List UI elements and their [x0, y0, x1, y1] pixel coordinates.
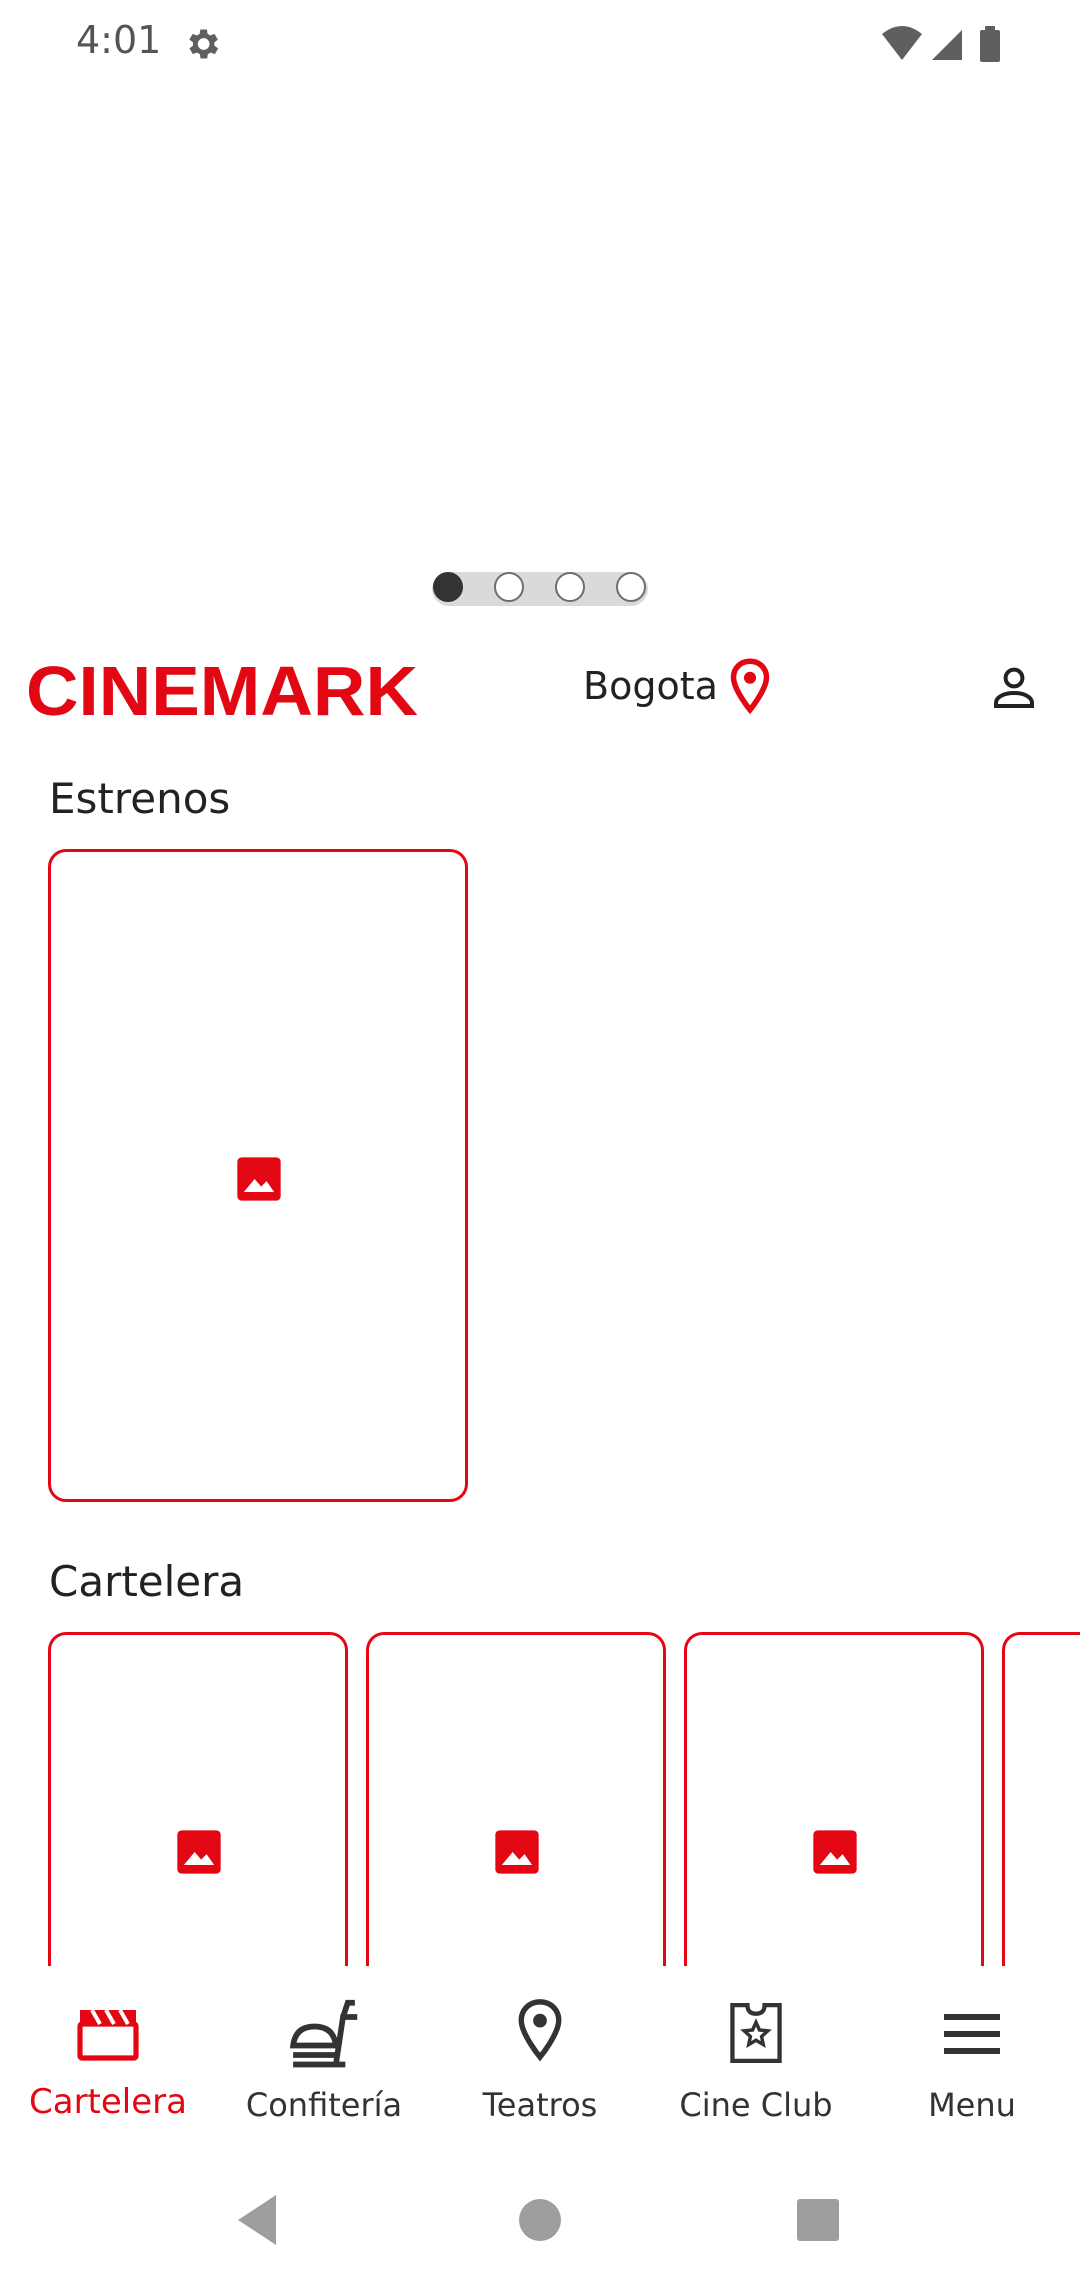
- home-button[interactable]: [519, 2199, 561, 2241]
- location-pin-icon[interactable]: [728, 656, 772, 716]
- nav-item-menu[interactable]: Menu: [864, 1966, 1080, 2142]
- battery-icon: [980, 26, 1000, 62]
- image-placeholder-icon: [177, 1830, 221, 1874]
- image-placeholder-icon: [813, 1830, 857, 1874]
- cartelera-poster-card[interactable]: [1002, 1632, 1080, 1966]
- food-icon: [289, 1999, 358, 2068]
- nav-item-confiteria[interactable]: Confitería: [216, 1966, 432, 2142]
- recents-button[interactable]: [797, 2199, 839, 2241]
- cinemark-logo: CINEMARK: [26, 652, 418, 728]
- section-title-estrenos: Estrenos: [49, 774, 231, 823]
- home-icon: [519, 2199, 561, 2241]
- cartelera-poster-card[interactable]: [684, 1632, 984, 1966]
- image-placeholder-icon: [495, 1830, 539, 1874]
- nav-label: Teatros: [482, 2086, 598, 2124]
- account-icon[interactable]: [990, 664, 1038, 712]
- logo-text: CINEMARK: [26, 652, 418, 728]
- carousel-dot[interactable]: [433, 572, 463, 602]
- cartelera-poster-card[interactable]: [48, 1632, 348, 1966]
- cartelera-poster-card[interactable]: [366, 1632, 666, 1966]
- status-time: 4:01: [76, 18, 162, 62]
- estreno-poster-card[interactable]: [48, 849, 468, 1502]
- section-title-cartelera: Cartelera: [49, 1557, 245, 1606]
- back-icon: [238, 2195, 276, 2245]
- recents-icon: [797, 2199, 839, 2241]
- back-button[interactable]: [238, 2195, 276, 2245]
- nav-item-teatros[interactable]: Teatros: [432, 1966, 648, 2142]
- location-pin-icon: [518, 1999, 562, 2062]
- nav-item-cine-club[interactable]: Cine Club: [648, 1966, 864, 2142]
- status-indicators: [882, 26, 1000, 62]
- system-navigation-bar: [238, 2195, 839, 2245]
- nav-label: Menu: [928, 2086, 1016, 2124]
- nav-label: Cine Club: [679, 2086, 833, 2124]
- carousel-dot[interactable]: [616, 572, 646, 602]
- nav-item-cartelera[interactable]: Cartelera: [0, 1966, 216, 2142]
- ticket-star-icon: [730, 2003, 782, 2063]
- nav-label: Confitería: [245, 2086, 403, 2124]
- city-selector-label[interactable]: Bogota: [583, 664, 718, 708]
- wifi-icon: [882, 26, 922, 60]
- carousel-dot[interactable]: [494, 572, 524, 602]
- carousel-dot[interactable]: [555, 572, 585, 602]
- nav-label: Cartelera: [29, 2082, 187, 2122]
- image-placeholder-icon: [237, 1157, 281, 1201]
- signal-icon: [932, 30, 962, 60]
- clapperboard-icon: [77, 2009, 139, 2061]
- settings-icon: [189, 29, 219, 59]
- bottom-navigation: Cartelera Confitería Teatros Cine Club M…: [0, 1966, 1080, 2142]
- hamburger-icon: [944, 2014, 1000, 2054]
